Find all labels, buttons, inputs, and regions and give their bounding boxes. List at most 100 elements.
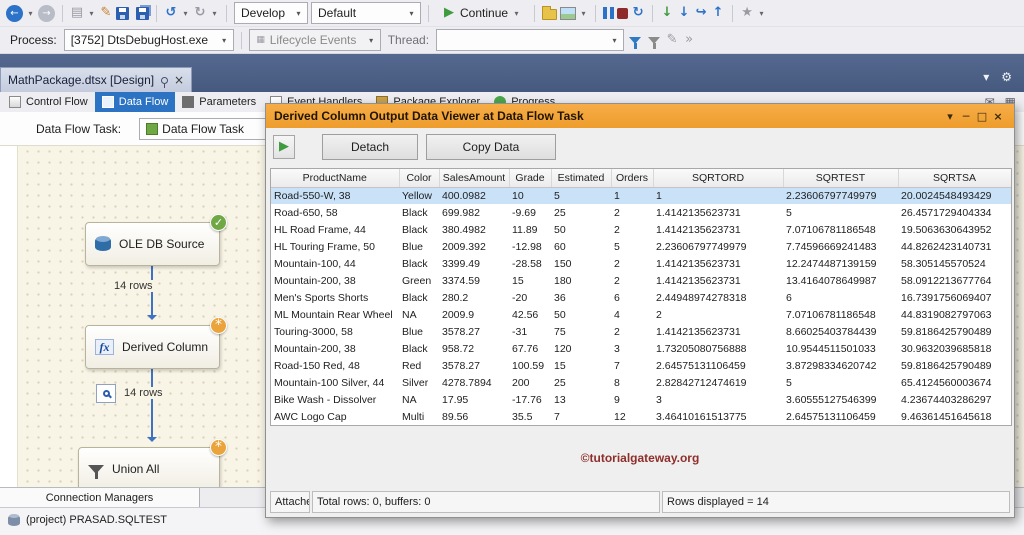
- table-cell: HL Road Frame, 44: [274, 223, 366, 236]
- table-row[interactable]: HL Road Frame, 44 Black 380.4982 11.89 50 2 1.…: [271, 221, 1011, 238]
- detach-button[interactable]: Detach: [322, 134, 418, 160]
- table-row[interactable]: ML Mountain Rear Wheel NA 2009.9 42.56 50 4 2 7…: [271, 306, 1011, 323]
- restart-icon[interactable]: ↻: [631, 4, 645, 22]
- break-all-icon[interactable]: [603, 7, 615, 19]
- data-grid[interactable]: ProductName Color SalesAmount Grade Esti…: [270, 168, 1012, 426]
- continue-button[interactable]: ▶ Continue ▾: [436, 1, 527, 25]
- data-viewer-magnifier-icon[interactable]: [96, 384, 116, 403]
- diagnostics-icon[interactable]: ★: [740, 4, 754, 22]
- table-cell: 36: [554, 291, 566, 304]
- tab-control-flow[interactable]: Control Flow: [2, 92, 95, 112]
- solution-platforms-value: Default: [318, 6, 357, 20]
- new-file-icon[interactable]: ▤: [70, 4, 84, 22]
- run-to-cursor-icon[interactable]: ↓: [660, 4, 674, 22]
- clear-filter-icon[interactable]: [648, 36, 661, 49]
- pin-icon[interactable]: [160, 76, 168, 88]
- document-tab[interactable]: MathPackage.dtsx [Design] ×: [0, 67, 192, 92]
- column-header[interactable]: Color: [399, 169, 440, 188]
- table-row[interactable]: Mountain-200, 38 Green 3374.59 15 180 2 1.4142…: [271, 272, 1011, 289]
- undo-icon[interactable]: ↺: [164, 4, 178, 22]
- table-cell: 19.5063630643952: [901, 223, 992, 236]
- step-out-icon[interactable]: ↑: [711, 4, 725, 22]
- lifecycle-events-combobox[interactable]: ▦ Lifecycle Events ▾: [248, 29, 381, 51]
- table-cell: 20.0024548493429: [898, 187, 1011, 204]
- screenshot-icon[interactable]: [560, 6, 577, 20]
- table-row[interactable]: Touring-3000, 58 Blue 3578.27 -31 75 2 1.41421…: [271, 323, 1011, 340]
- undo-caret-icon[interactable]: ▾: [181, 9, 190, 18]
- copy-data-button[interactable]: Copy Data: [426, 134, 556, 160]
- table-row[interactable]: Road-550-W, 38 Yellow 400.0982 10 5 1 1 2.23606…: [271, 187, 1011, 204]
- edit-filter-icon[interactable]: ✎: [665, 31, 679, 49]
- column-header[interactable]: SQRTORD: [653, 169, 784, 188]
- table-cell: Green: [402, 274, 432, 287]
- navigate-forward-icon[interactable]: →: [38, 4, 55, 22]
- table-row[interactable]: AWC Logo Cap Multi 89.56 35.5 7 12 3.464101615…: [271, 408, 1011, 425]
- database-icon: [95, 236, 111, 251]
- tab-parameters[interactable]: Parameters: [175, 92, 263, 112]
- table-cell: Black: [402, 257, 428, 270]
- viewer-play-button[interactable]: ▶: [273, 135, 295, 159]
- column-header[interactable]: SalesAmount: [439, 169, 510, 188]
- table-cell: 7: [554, 410, 560, 423]
- table-cell: HL Touring Frame, 50: [274, 240, 375, 253]
- column-header[interactable]: SQRTEST: [783, 169, 899, 188]
- window-list-caret-icon[interactable]: ▾: [983, 70, 989, 84]
- redo-caret-icon[interactable]: ▾: [210, 9, 219, 18]
- table-row[interactable]: Road-150 Red, 48 Red 3578.27 100.59 15 7 2.645…: [271, 357, 1011, 374]
- table-cell: 5: [614, 240, 620, 253]
- close-icon[interactable]: ×: [990, 110, 1006, 123]
- connection-managers-header[interactable]: Connection Managers: [0, 488, 200, 507]
- table-cell: 3: [614, 342, 620, 355]
- table-cell: 50: [554, 308, 566, 321]
- table-row[interactable]: Road-650, 58 Black 699.982 -9.69 25 2 1.414213…: [271, 204, 1011, 221]
- table-cell: 380.4982: [442, 223, 486, 236]
- table-row[interactable]: Mountain-100, 44 Black 3399.49 -28.58 150 2 1.…: [271, 255, 1011, 272]
- tab-data-flow[interactable]: Data Flow: [94, 92, 176, 112]
- status-attach: Attached: [270, 491, 310, 513]
- column-header[interactable]: SQRTSA: [898, 169, 1011, 188]
- edit-icon[interactable]: ✎: [99, 4, 113, 22]
- table-row[interactable]: Bike Wash - Dissolver NA 17.95 -17.76 13 9 3 3.…: [271, 391, 1011, 408]
- stop-debugging-icon[interactable]: [617, 7, 629, 19]
- tab-close-icon[interactable]: ×: [174, 74, 184, 86]
- column-header[interactable]: Estimated: [551, 169, 612, 188]
- table-cell: 1.4142135623731: [656, 206, 741, 219]
- dialog-titlebar[interactable]: Derived Column Output Data Viewer at Dat…: [266, 104, 1014, 128]
- new-file-caret-icon[interactable]: ▾: [87, 9, 96, 18]
- minimize-icon[interactable]: ─: [958, 110, 974, 123]
- column-header[interactable]: Grade: [509, 169, 552, 188]
- grid-header-row: ProductName Color SalesAmount Grade Esti…: [271, 169, 1011, 188]
- step-into-icon[interactable]: ↓: [677, 4, 691, 22]
- column-header[interactable]: Orders: [611, 169, 654, 188]
- settings-gear-icon[interactable]: ⚙: [1001, 70, 1012, 84]
- table-cell: 2: [656, 308, 662, 321]
- save-all-icon[interactable]: [136, 6, 149, 20]
- screenshot-caret-icon[interactable]: ▾: [579, 9, 588, 18]
- dialog-caret-icon[interactable]: ▾: [942, 110, 958, 123]
- step-over-icon[interactable]: ↪: [694, 4, 708, 22]
- navigate-history-caret-icon[interactable]: ▾: [26, 9, 35, 18]
- node-ole-db-source[interactable]: OLE DB Source ✓: [85, 214, 227, 266]
- table-cell: 4278.7894: [442, 376, 492, 389]
- node-derived-column[interactable]: fx Derived Column *: [85, 317, 227, 369]
- filter-icon[interactable]: [629, 36, 642, 49]
- column-header[interactable]: ProductName: [271, 169, 400, 188]
- thread-combobox[interactable]: ▾: [436, 29, 625, 51]
- node-union-all[interactable]: Union All *: [78, 439, 227, 487]
- table-cell: Road-650, 58: [274, 206, 338, 219]
- table-row[interactable]: Mountain-200, 38 Black 958.72 67.76 120 3 1.73…: [271, 340, 1011, 357]
- open-folder-icon[interactable]: [542, 5, 558, 20]
- maximize-icon[interactable]: □: [974, 110, 990, 123]
- save-icon[interactable]: [116, 6, 129, 20]
- navigate-back-icon[interactable]: ←: [6, 4, 23, 22]
- process-combobox[interactable]: [3752] DtsDebugHost.exe ▾: [63, 29, 234, 51]
- solution-platforms-combobox[interactable]: Default ▾: [311, 2, 421, 24]
- table-row[interactable]: Men's Sports Shorts Black 280.2 -20 36 6 2.449…: [271, 289, 1011, 306]
- table-row[interactable]: Mountain-100 Silver, 44 Silver 4278.7894 20…: [271, 374, 1011, 391]
- toolbar-overflow-icon[interactable]: »: [682, 31, 696, 49]
- solution-configurations-combobox[interactable]: Develop ▾: [234, 2, 308, 24]
- diagnostics-caret-icon[interactable]: ▾: [757, 9, 766, 18]
- redo-icon[interactable]: ↻: [193, 4, 207, 22]
- table-cell: 3: [656, 393, 662, 406]
- table-row[interactable]: HL Touring Frame, 50 Blue 2009.392 -12.98 60…: [271, 238, 1011, 255]
